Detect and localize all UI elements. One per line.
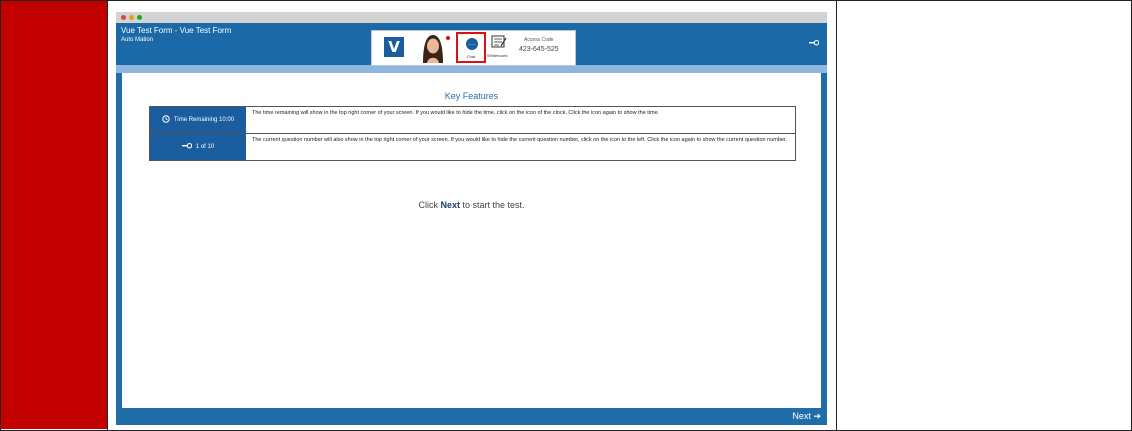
proctor-toolbar: V … Chat Whiteboard Access Code 423-645-… xyxy=(371,30,576,66)
question-number-toggle-icon[interactable] xyxy=(809,39,820,50)
main-content: Key Features Time Remaining 10:00 The ti… xyxy=(122,73,821,408)
key-features-table: Time Remaining 10:00 The time remaining … xyxy=(149,106,796,161)
candidate-name: Auto Mation xyxy=(121,37,154,43)
next-button[interactable]: Next ➔ xyxy=(792,411,821,422)
title-bar xyxy=(116,12,827,23)
question-number-text: 1 of 10 xyxy=(195,144,215,150)
start-prefix: Click xyxy=(418,200,438,210)
start-instruction: Click Next to start the test. xyxy=(122,200,821,210)
start-next-word: Next xyxy=(440,200,460,210)
feature-row-time: Time Remaining 10:00 The time remaining … xyxy=(150,107,795,133)
question-number-badge[interactable]: 1 of 10 xyxy=(150,134,246,160)
chat-label: Chat xyxy=(466,54,476,59)
time-remaining-text: Time Remaining 10:00 xyxy=(173,117,235,123)
access-code-label: Access Code xyxy=(524,37,554,43)
bottom-bar: Next ➔ xyxy=(116,408,827,425)
minimize-window-dot[interactable] xyxy=(129,15,134,20)
column-divider xyxy=(107,0,108,431)
chat-button[interactable]: … Chat xyxy=(456,32,486,63)
time-remaining-badge[interactable]: Time Remaining 10:00 xyxy=(150,107,246,133)
key-features-title: Key Features xyxy=(444,91,499,101)
next-arrow-icon: ➔ xyxy=(813,411,821,421)
question-number-icon xyxy=(181,142,193,152)
exam-window: Vue Test Form - Vue Test Form Auto Matio… xyxy=(116,12,827,425)
access-code-value: 423-645-525 xyxy=(519,46,559,53)
proctor-avatar xyxy=(419,33,447,63)
next-label: Next xyxy=(792,411,811,421)
red-sidebar-column xyxy=(1,1,107,429)
chat-icon: … xyxy=(466,38,478,50)
header-band xyxy=(116,65,827,73)
time-remaining-description: The time remaining will show in the top … xyxy=(252,110,660,116)
whiteboard-label: Whiteboard xyxy=(487,53,508,58)
question-number-description: The current question number will also sh… xyxy=(252,137,788,143)
start-suffix: to start the test. xyxy=(462,200,525,210)
feature-row-question: 1 of 10 The current question number will… xyxy=(150,133,795,160)
notification-dot xyxy=(446,36,450,40)
vue-logo: V xyxy=(384,37,404,57)
maximize-window-dot[interactable] xyxy=(137,15,142,20)
column-divider xyxy=(836,0,837,431)
whiteboard-icon[interactable] xyxy=(491,35,507,49)
close-window-dot[interactable] xyxy=(121,15,126,20)
clock-icon xyxy=(162,115,170,125)
exam-title: Vue Test Form - Vue Test Form xyxy=(121,26,232,35)
